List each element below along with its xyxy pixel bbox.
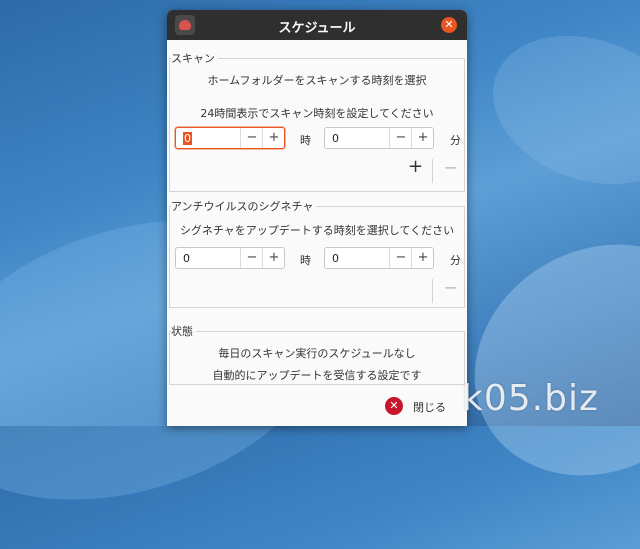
titlebar: スケジュール ✕ [167, 10, 467, 40]
schedule-dialog: スケジュール ✕ スキャン ホームフォルダーをスキャンする時刻を選択 24時間表… [167, 10, 467, 426]
remove-schedule-button[interactable]: − [444, 158, 457, 177]
scan-minute-decrement-button[interactable]: − [389, 128, 412, 148]
close-circle-icon: ✕ [385, 397, 403, 415]
wallpaper-wave [472, 10, 640, 210]
button-divider [432, 159, 433, 183]
signature-minute-decrement-button[interactable]: − [389, 248, 412, 268]
signature-hour-increment-button[interactable]: + [262, 248, 285, 268]
window-close-button[interactable]: ✕ [441, 17, 457, 33]
signature-hour-value[interactable]: 0 [183, 252, 190, 265]
scan-hour-decrement-button[interactable]: − [240, 128, 263, 148]
remove-signature-schedule-button[interactable]: − [444, 278, 457, 297]
scan-section: スキャン ホームフォルダーをスキャンする時刻を選択 24時間表示でスキャン時刻を… [169, 50, 465, 192]
close-button-label: 閉じる [413, 401, 446, 414]
scan-instruction: 24時間表示でスキャン時刻を設定してください [200, 107, 434, 120]
signature-hour-decrement-button[interactable]: − [240, 248, 263, 268]
add-schedule-button[interactable]: + [408, 156, 423, 177]
signature-description: シグネチャをアップデートする時刻を選択してください [179, 224, 455, 237]
scan-minute-value[interactable]: 0 [332, 132, 339, 145]
scan-hour-unit: 時 [300, 134, 311, 147]
signature-legend: アンチウイルスのシグネチャ [171, 198, 317, 214]
scan-minute-unit: 分 [450, 134, 461, 147]
scan-hour-increment-button[interactable]: + [262, 128, 285, 148]
scan-description: ホームフォルダーをスキャンする時刻を選択 [207, 74, 427, 87]
signature-minute-increment-button[interactable]: + [411, 248, 434, 268]
signature-minute-spinner[interactable]: 0 − + [324, 247, 434, 269]
button-divider [432, 279, 433, 303]
signature-section: アンチウイルスのシグネチャ シグネチャをアップデートする時刻を選択してください … [169, 198, 465, 308]
scan-minute-increment-button[interactable]: + [411, 128, 434, 148]
scan-hour-value[interactable]: 0 [183, 132, 192, 145]
signature-hour-unit: 時 [300, 254, 311, 267]
signature-hour-spinner[interactable]: 0 − + [175, 247, 285, 269]
window-title: スケジュール [278, 21, 356, 36]
watermark: k05.biz [462, 378, 599, 419]
signature-minute-unit: 分 [450, 254, 461, 267]
status-section: 状態 毎日のスキャン実行のスケジュールなし 自動的にアップデートを受信する設定で… [169, 323, 465, 385]
scan-legend: スキャン [171, 50, 218, 66]
update-schedule-status: 自動的にアップデートを受信する設定です [212, 369, 422, 382]
status-legend: 状態 [171, 323, 196, 339]
scan-minute-spinner[interactable]: 0 − + [324, 127, 434, 149]
signature-minute-value[interactable]: 0 [332, 252, 339, 265]
scan-hour-spinner[interactable]: 0 − + [175, 127, 285, 149]
scan-schedule-status: 毎日のスキャン実行のスケジュールなし [218, 347, 416, 360]
